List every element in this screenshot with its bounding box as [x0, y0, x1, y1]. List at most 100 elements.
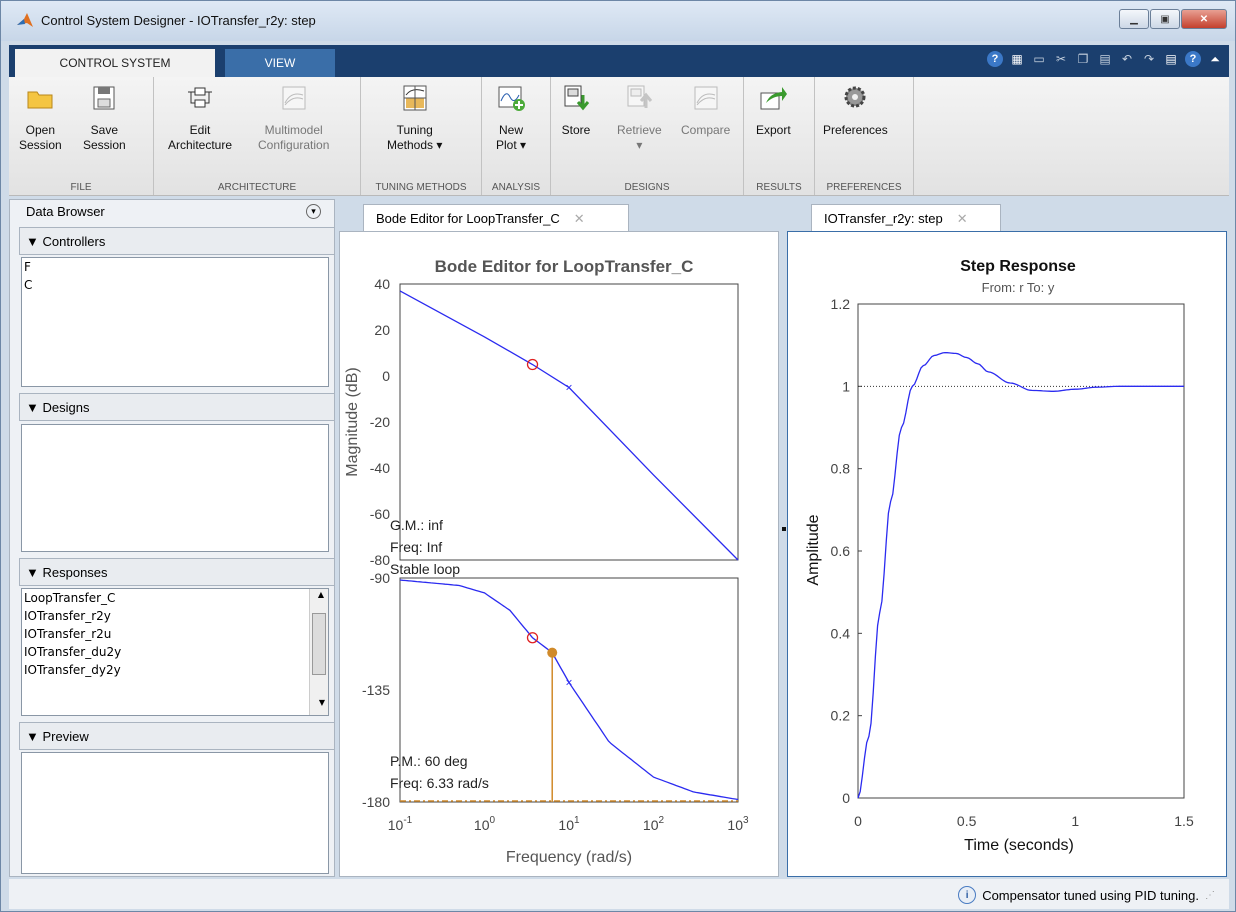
store-button[interactable]: Store: [561, 83, 591, 138]
maximize-button[interactable]: ▣: [1150, 9, 1180, 29]
ribbon: Open Session Save Session FILE Edit Arch…: [9, 77, 1229, 196]
phase-tick-label: -135: [362, 682, 390, 698]
group-label-tuning: TUNING METHODS: [375, 182, 467, 193]
new-doc-icon[interactable]: ▦: [1009, 51, 1025, 67]
designs-list: [21, 424, 329, 552]
step-response-panel: Step Response From: r To: y Amplitude Ti…: [787, 231, 1227, 877]
step-y-tick-label: 0: [842, 790, 850, 806]
save-session-button[interactable]: Save Session: [83, 83, 126, 153]
help-icon-2[interactable]: ?: [1185, 51, 1201, 67]
scroll-thumb[interactable]: [312, 613, 326, 675]
close-button[interactable]: ✕: [1181, 9, 1227, 29]
pole-marker-phase: ×: [565, 676, 572, 690]
scroll-up-icon[interactable]: ▲: [312, 589, 328, 607]
expand-arrow-icon: ▼: [26, 399, 43, 415]
phase-tick-label: -180: [362, 794, 390, 810]
group-analysis: New Plot ▾ ANALYSIS: [482, 77, 551, 195]
multimodel-configuration-button[interactable]: Multimodel Configuration: [258, 83, 329, 153]
help-icon[interactable]: ?: [987, 51, 1003, 67]
resize-grip-icon[interactable]: ⋰: [1205, 890, 1215, 901]
tuning-methods-button[interactable]: Tuning Methods ▾: [387, 83, 442, 153]
pole-marker-magnitude: ×: [565, 381, 572, 395]
list-item[interactable]: F: [22, 258, 328, 276]
step-y-tick-label: 0.2: [831, 708, 851, 724]
group-results: Export RESULTS: [744, 77, 815, 195]
save-icon: [93, 86, 115, 110]
gear-icon: [844, 86, 866, 108]
edit-architecture-button[interactable]: Edit Architecture: [168, 83, 232, 153]
group-label-results: RESULTS: [756, 182, 802, 193]
section-responses[interactable]: ▼ Responses: [19, 558, 335, 586]
data-browser-menu-icon[interactable]: ▾: [306, 204, 321, 219]
save-icon[interactable]: ▭: [1031, 51, 1047, 67]
magnitude-axes: [399, 283, 739, 561]
close-tab-icon[interactable]: ✕: [957, 211, 968, 227]
controllers-list: F C: [21, 257, 329, 387]
minimize-button[interactable]: ▁: [1119, 9, 1149, 29]
step-y-tick-label: 1.2: [831, 296, 851, 312]
collapse-ribbon-icon[interactable]: ⏶: [1207, 51, 1223, 67]
list-item[interactable]: IOTransfer_r2u: [22, 625, 328, 643]
new-plot-icon: [498, 86, 526, 111]
bode-editor-panel: Bode Editor for LoopTransfer_C Magnitude…: [339, 231, 779, 877]
new-plot-button[interactable]: New Plot ▾: [496, 83, 526, 153]
group-label-analysis: ANALYSIS: [491, 182, 541, 193]
paste-icon[interactable]: ▤: [1097, 51, 1113, 67]
preview-area: [21, 752, 329, 874]
list-item[interactable]: IOTransfer_r2y: [22, 607, 328, 625]
list-item[interactable]: IOTransfer_du2y: [22, 643, 328, 661]
store-icon: [564, 85, 590, 111]
redo-icon[interactable]: ↷: [1141, 51, 1157, 67]
mag-tick-label: -60: [370, 506, 390, 522]
step-x-tick-label: 0.5: [957, 813, 977, 829]
tab-bode-editor[interactable]: Bode Editor for LoopTransfer_C ✕: [363, 204, 629, 232]
preferences-button[interactable]: Preferences: [823, 83, 888, 138]
responses-scrollbar[interactable]: ▲ ▼: [309, 589, 328, 715]
layout-icon[interactable]: ▤: [1163, 51, 1179, 67]
tab-step-response[interactable]: IOTransfer_r2y: step ✕: [811, 204, 1001, 232]
scroll-down-icon[interactable]: ▼: [312, 697, 328, 715]
bode-plot[interactable]: Bode Editor for LoopTransfer_C Magnitude…: [340, 232, 778, 876]
close-tab-icon[interactable]: ✕: [574, 211, 585, 227]
undo-icon[interactable]: ↶: [1119, 51, 1135, 67]
retrieve-button[interactable]: Retrieve ▾: [617, 83, 662, 153]
phase-margin-marker: [547, 647, 558, 658]
step-x-tick-label: 1: [1071, 813, 1079, 829]
data-browser-title: Data Browser: [26, 204, 105, 219]
freq-tick-label: 101: [558, 815, 580, 833]
freq-tick-label: 10-1: [388, 815, 413, 833]
tab-control-system[interactable]: CONTROL SYSTEM: [15, 49, 215, 77]
step-x-tick-label: 1.5: [1174, 813, 1194, 829]
folder-icon: [27, 91, 53, 109]
step-subtitle: From: r To: y: [982, 280, 1055, 295]
maximize-icon: ▣: [1160, 13, 1170, 25]
ribbon-tab-strip: CONTROL SYSTEM VIEW ? ▦ ▭ ✂ ❐ ▤ ↶ ↷ ▤ ? …: [9, 45, 1229, 77]
section-designs[interactable]: ▼ Designs: [19, 393, 335, 421]
step-plot[interactable]: Step Response From: r To: y Amplitude Ti…: [788, 232, 1226, 876]
tuning-icon: [403, 85, 427, 111]
list-item[interactable]: LoopTransfer_C: [22, 589, 328, 607]
stable-label: Stable loop: [390, 561, 460, 577]
retrieve-icon: [627, 85, 653, 108]
freq-tick-label: 100: [474, 815, 496, 833]
expand-arrow-icon: ▼: [26, 564, 43, 580]
compare-button[interactable]: Compare: [681, 83, 730, 138]
splitter-handle[interactable]: [782, 527, 786, 531]
section-preview[interactable]: ▼ Preview: [19, 722, 335, 750]
export-button[interactable]: Export: [756, 83, 791, 138]
cut-icon[interactable]: ✂: [1053, 51, 1069, 67]
open-session-button[interactable]: Open Session: [19, 83, 62, 153]
responses-list: LoopTransfer_C IOTransfer_r2y IOTransfer…: [21, 588, 329, 716]
title-bar: Control System Designer - IOTransfer_r2y…: [1, 1, 1235, 41]
list-item[interactable]: IOTransfer_dy2y: [22, 661, 328, 679]
list-item[interactable]: C: [22, 276, 328, 294]
step-title: Step Response: [960, 258, 1076, 275]
tab-view[interactable]: VIEW: [225, 49, 335, 77]
phase-ylabel: Phase (deg): [344, 646, 361, 733]
phase-tick-label: -90: [370, 570, 390, 586]
copy-icon[interactable]: ❐: [1075, 51, 1091, 67]
multimodel-icon: [282, 86, 306, 110]
status-bar: i Compensator tuned using PID tuning. ⋰: [9, 879, 1229, 909]
section-controllers[interactable]: ▼ Controllers: [19, 227, 335, 255]
group-preferences: Preferences PREFERENCES: [815, 77, 914, 195]
